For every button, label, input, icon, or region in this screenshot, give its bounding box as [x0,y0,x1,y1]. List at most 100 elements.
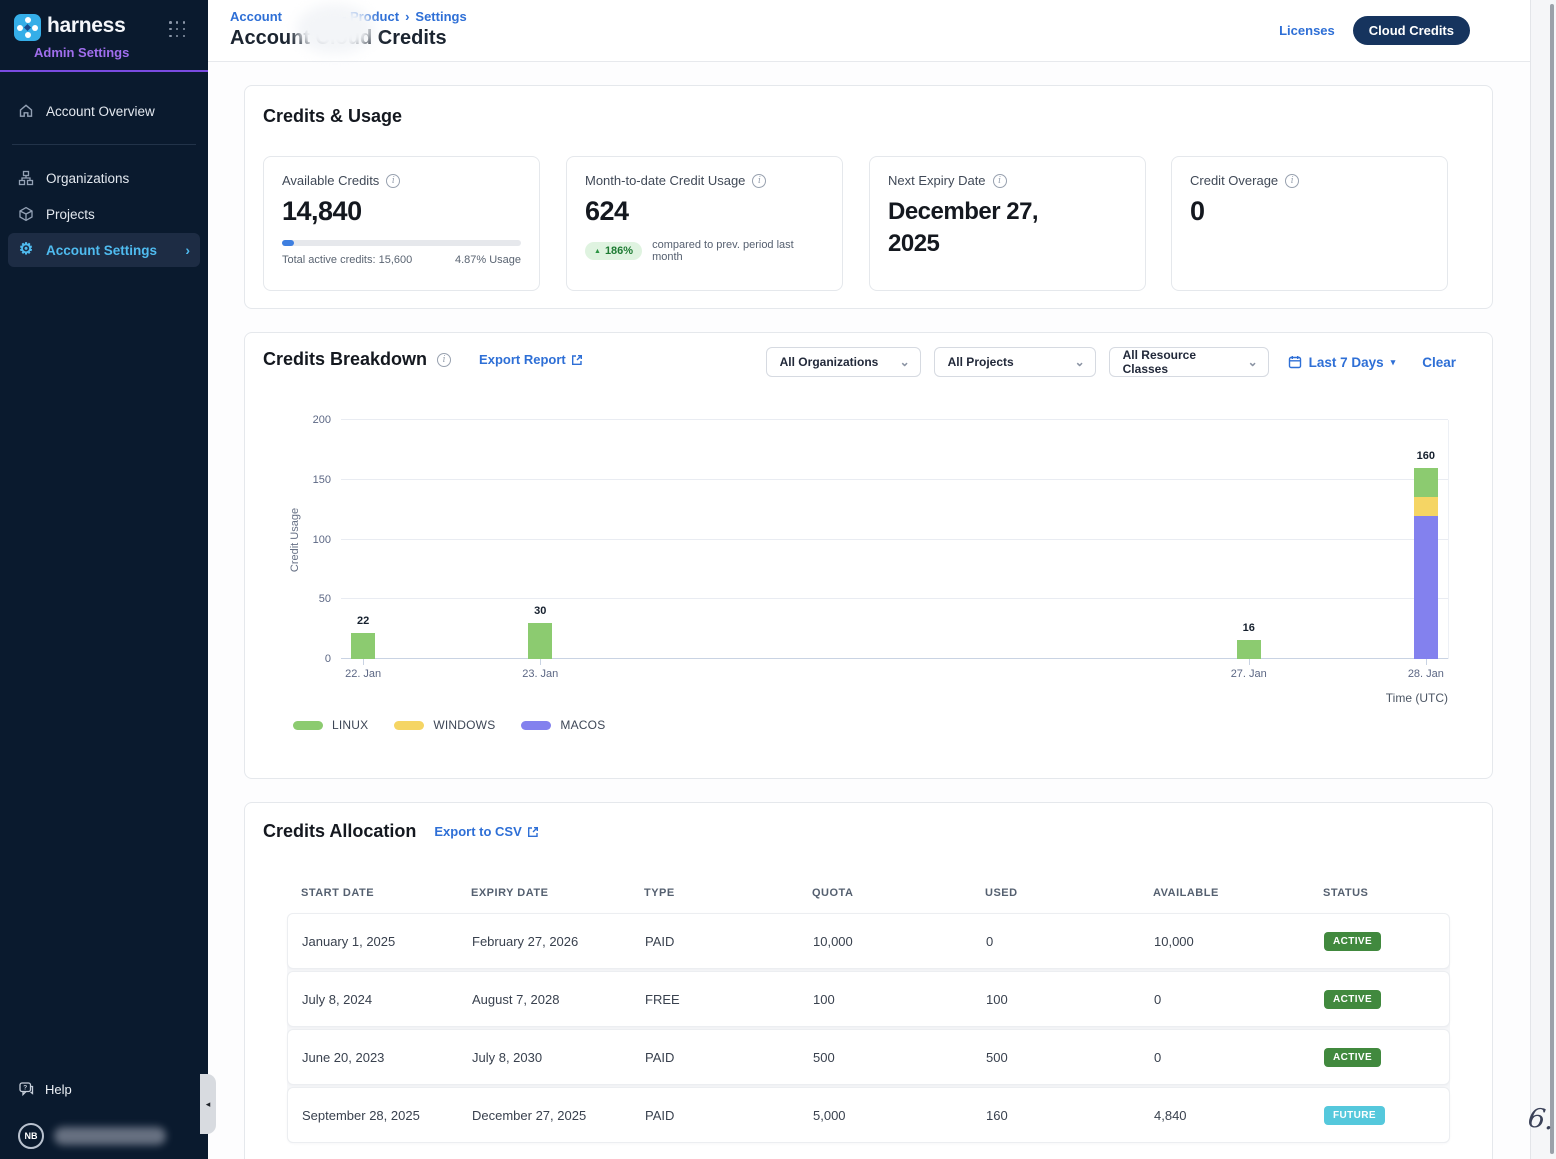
sidebar-item-account-settings[interactable]: ⚙ Account Settings › [8,233,200,267]
licenses-link[interactable]: Licenses [1279,23,1335,38]
clear-filters-button[interactable]: Clear [1422,355,1456,370]
app-grid-icon[interactable] [169,21,186,38]
user-row[interactable]: NB [18,1123,190,1149]
column-header: AVAILABLE [1139,887,1309,899]
svg-text:?: ? [23,1085,27,1092]
sidebar: harness Admin Settings Account Overview … [0,0,208,1159]
scrollbar-track[interactable] [1530,0,1556,1159]
bar-segment-macos [1414,516,1438,659]
bar-segment-linux [1414,468,1438,497]
projects-filter[interactable]: All Projects ⌄ [934,347,1096,377]
bar-value-label: 16 [1243,622,1255,634]
legend-swatch [293,721,323,730]
gridline [341,419,1448,420]
export-report-label: Export Report [479,352,566,367]
cell-expiry-date: February 27, 2026 [458,934,631,949]
info-icon[interactable]: i [386,174,400,188]
cell-type: PAID [631,934,799,949]
sidebar-item-label: Account Settings [46,243,157,258]
info-icon[interactable]: i [993,174,1007,188]
credits-allocation-card: Credits Allocation Export to CSV START D… [244,802,1493,1159]
info-icon[interactable]: i [437,353,451,367]
page-header: Account - Product › Settings Account Clo… [208,0,1530,62]
column-header: STATUS [1309,887,1450,899]
bar-segment-windows [1414,497,1438,516]
sidebar-item-label: Account Overview [46,104,155,119]
gridline [341,539,1448,540]
chevron-down-icon: ⌄ [1075,355,1085,369]
credits-progress-bar [282,240,521,246]
cell-quota: 10,000 [799,934,972,949]
x-tick-label: 28. Jan [1408,668,1444,680]
stat-label: Credit Overage [1190,173,1278,188]
chevron-right-icon: › [185,242,190,258]
date-range-filter[interactable]: Last 7 Days ▾ [1288,355,1396,370]
main-content: Account - Product › Settings Account Clo… [208,0,1530,1159]
next-expiry-value: December 27, 2025 [888,196,1078,261]
harness-logo-icon[interactable] [14,14,41,41]
legend-item-windows[interactable]: WINDOWS [394,718,495,732]
resource-classes-filter-value: All Resource Classes [1123,348,1240,376]
breadcrumb-account[interactable]: Account [230,9,282,24]
sidebar-item-label: Projects [46,207,95,222]
stat-label: Month-to-date Credit Usage [585,173,745,188]
cell-available: 0 [1140,992,1310,1007]
section-title: Credits Breakdown [263,349,427,370]
help-chat-icon: ? [18,1081,35,1097]
info-icon[interactable]: i [1285,174,1299,188]
mtd-usage-value: 624 [585,196,824,227]
scrollbar-thumb[interactable] [1550,4,1554,1154]
sidebar-item-projects[interactable]: Projects [8,197,200,231]
breadcrumb-settings[interactable]: Settings [415,9,466,24]
x-tick-label: 22. Jan [345,668,381,680]
triangle-up-icon: ▲ [594,248,601,255]
help-button[interactable]: ? Help [18,1081,190,1097]
status-badge: FUTURE [1324,1106,1385,1125]
info-icon[interactable]: i [752,174,766,188]
table-row: June 20, 2023July 8, 2030PAID5005000ACTI… [287,1029,1450,1085]
projects-filter-value: All Projects [948,355,1014,369]
page: harness Admin Settings Account Overview … [0,0,1556,1159]
table-row: July 8, 2024August 7, 2028FREE1001000ACT… [287,971,1450,1027]
caret-down-icon: ▾ [1391,357,1396,368]
credit-overage-card: Credit Overage i 0 [1171,156,1448,291]
gridline [341,598,1448,599]
column-header: QUOTA [798,887,971,899]
usage-chart: Credit Usage 050100150200 223016160 22. … [341,420,1449,659]
chart-legend: LINUX WINDOWS MACOS [293,718,605,732]
help-label: Help [45,1082,72,1097]
sidebar-item-organizations[interactable]: Organizations [8,161,200,195]
cell-expiry-date: July 8, 2030 [458,1050,631,1065]
legend-label: MACOS [560,718,605,732]
cell-start-date: September 28, 2025 [288,1108,458,1123]
legend-swatch [394,721,424,730]
bar-segment-linux [1237,640,1261,659]
sidebar-item-label: Organizations [46,171,129,186]
breadcrumb: Account - Product › Settings [230,8,467,24]
organizations-filter[interactable]: All Organizations ⌄ [766,347,921,377]
cell-type: FREE [631,992,799,1007]
cloud-credits-button[interactable]: Cloud Credits [1353,16,1470,45]
export-report-link[interactable]: Export Report [479,352,583,367]
x-tick [1426,659,1427,665]
column-header: START DATE [287,887,457,899]
sidebar-collapse-handle[interactable]: ◂ [200,1074,216,1134]
collapse-left-icon: ◂ [206,1099,211,1110]
credits-progress-fill [282,240,294,246]
table-header-row: START DATE EXPIRY DATE TYPE QUOTA USED A… [287,887,1450,913]
legend-item-macos[interactable]: MACOS [521,718,605,732]
export-csv-link[interactable]: Export to CSV [434,824,538,839]
sidebar-item-account-overview[interactable]: Account Overview [8,94,200,128]
stat-label: Next Expiry Date [888,173,986,188]
resource-classes-filter[interactable]: All Resource Classes ⌄ [1109,347,1269,377]
legend-item-linux[interactable]: LINUX [293,718,368,732]
sidebar-bottom: ? Help NB [0,1081,208,1159]
cell-start-date: June 20, 2023 [288,1050,458,1065]
cell-start-date: January 1, 2025 [288,934,458,949]
mtd-usage-card: Month-to-date Credit Usage i 624 ▲ 186% … [566,156,843,291]
next-expiry-card: Next Expiry Date i December 27, 2025 [869,156,1146,291]
bar-segment-linux [351,633,375,659]
trend-note: compared to prev. period last month [652,239,824,263]
gear-icon: ⚙ [18,242,34,258]
y-tick-label: 0 [325,653,331,665]
